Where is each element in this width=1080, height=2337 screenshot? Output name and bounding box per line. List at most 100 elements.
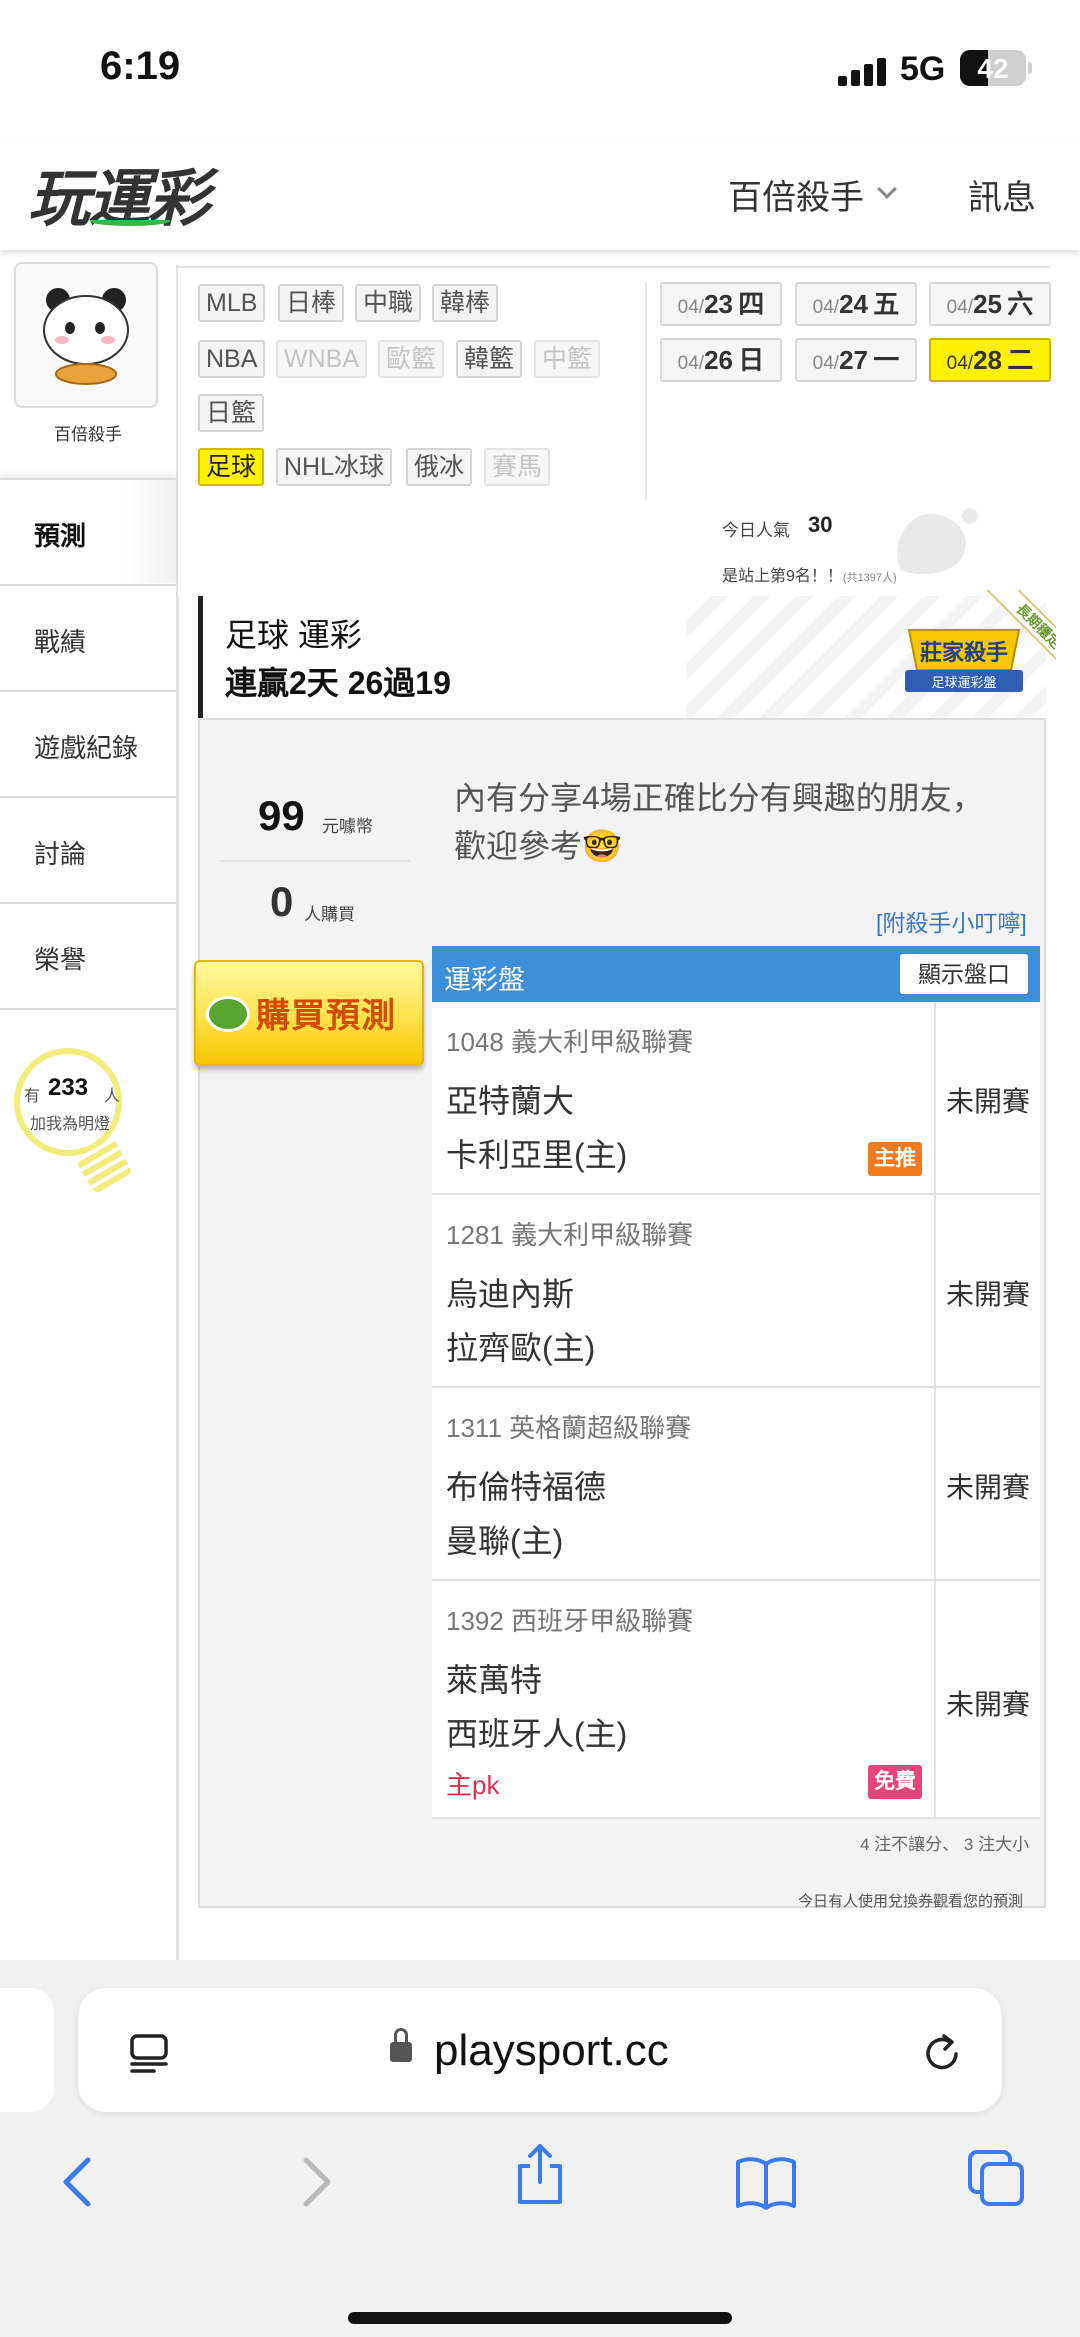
sport-chip-nhl[interactable]: NHL冰球 <box>276 448 393 486</box>
date-chip-0426[interactable]: 04/26 日 <box>660 338 782 382</box>
page-menu-icon[interactable] <box>128 2032 170 2074</box>
sport-chip-kbo[interactable]: 韓棒 <box>432 284 499 322</box>
url-text[interactable]: playsport.cc <box>434 2026 669 2076</box>
sport-chip-horse-racing: 賽馬 <box>484 448 551 486</box>
popularity-label: 今日人氣 <box>722 521 790 540</box>
price-divider <box>220 860 410 862</box>
sport-chip-npb[interactable]: 日棒 <box>278 284 345 322</box>
sidebar-item-predictions[interactable]: 預測 <box>0 478 176 583</box>
table-row[interactable]: 1311 英格蘭超級聯賽 布倫特福德 曼聯(主) 未開賽 <box>432 1388 1040 1581</box>
sport-chip-euro-basketball: 歐籃 <box>378 340 445 378</box>
reload-icon[interactable] <box>920 2032 964 2076</box>
killer-tips-link[interactable]: [附殺手小叮嚀] <box>876 904 1027 938</box>
sport-chip-japan-basketball[interactable]: 日籃 <box>198 394 265 432</box>
match-cell: 1048 義大利甲級聯賽 亞特蘭大 卡利亞里(主) 主推 <box>432 1002 936 1193</box>
match-status: 未開賽 <box>945 1086 1030 1117</box>
popularity-value: 30 <box>808 512 833 537</box>
site-header: 玩運彩 百倍殺手 訊息 <box>0 140 1080 250</box>
date-weekday: 日 <box>738 345 765 375</box>
date-day: 23 <box>704 289 734 319</box>
buy-prediction-button[interactable]: 購買預測 <box>194 960 424 1066</box>
rank-note: (共1397人) <box>842 572 897 584</box>
sport-chip-mlb[interactable]: MLB <box>198 284 266 322</box>
status-time: 6:19 <box>100 44 181 88</box>
prediction-intro: 內有分享4場正確比分有興趣的朋友，歡迎參考🤓 <box>454 780 984 864</box>
chevron-down-icon[interactable] <box>877 179 897 199</box>
league-name: 義大利甲級聯賽 <box>511 1220 694 1250</box>
browser-toolbar: playsport.cc <box>0 1960 1080 2337</box>
lamp-prefix: 有 <box>24 1088 41 1105</box>
share-icon[interactable] <box>508 2142 572 2206</box>
buyers-count: 0 <box>270 878 294 925</box>
forward-icon[interactable] <box>282 2150 346 2214</box>
banner-sport: 足球 運彩 <box>225 617 362 653</box>
match-id: 1311 <box>446 1413 502 1443</box>
filter-divider <box>645 282 647 500</box>
table-row[interactable]: 1392 西班牙甲級聯賽 萊萬特 西班牙人(主) 主pk 免費 未開賽 <box>432 1581 1040 1819</box>
table-row[interactable]: 1048 義大利甲級聯賽 亞特蘭大 卡利亞里(主) 主推 未開賽 <box>432 1002 1040 1195</box>
match-league: 1392 西班牙甲級聯賽 <box>446 1601 693 1638</box>
battery-percent: 42 <box>977 53 1009 84</box>
date-day: 27 <box>839 345 869 375</box>
lamp-count: 233 <box>48 1074 89 1101</box>
sidebar-item-game-history[interactable]: 遊戲紀錄 <box>0 690 176 795</box>
date-chip-0423[interactable]: 04/23 四 <box>660 282 782 326</box>
match-league: 1311 英格蘭超級聯賽 <box>446 1408 691 1445</box>
sport-chip-cpbl[interactable]: 中職 <box>355 284 422 322</box>
address-bar[interactable]: playsport.cc <box>78 1988 1002 2112</box>
table-row[interactable]: 1281 義大利甲級聯賽 烏迪內斯 拉齊歐(主) 未開賽 <box>432 1195 1040 1388</box>
match-id: 1392 <box>446 1606 504 1636</box>
date-weekday: 六 <box>1007 289 1034 319</box>
date-month: 04/ <box>812 353 840 374</box>
sidebar-item-discussion[interactable]: 討論 <box>0 796 176 901</box>
messages-link[interactable]: 訊息 <box>968 170 1036 219</box>
price-value: 99 <box>258 792 305 839</box>
date-weekday: 五 <box>873 289 900 319</box>
sport-chip-korea-basketball[interactable]: 韓籃 <box>456 340 523 378</box>
away-team: 布倫特福德 <box>446 1469 607 1505</box>
date-day: 26 <box>704 345 734 375</box>
popularity-rank: 是站上第9名！！(共1397人) <box>722 562 897 586</box>
buy-button-label: 購買預測 <box>256 997 396 1035</box>
sport-chip-khl[interactable]: 俄冰 <box>406 448 473 486</box>
battery-tip <box>1028 62 1032 74</box>
user-menu[interactable]: 百倍殺手 <box>728 170 864 219</box>
sidebar-item-record[interactable]: 戰績 <box>0 584 176 689</box>
logo-swoosh <box>90 216 170 226</box>
long-term-stable-ribbon: 長期穩定 <box>966 590 1056 680</box>
date-chip-0427[interactable]: 04/27 一 <box>795 338 917 382</box>
lamp-unit: 人 <box>104 1088 121 1105</box>
panda-avatar-icon <box>43 288 129 385</box>
sidebar-item-honors[interactable]: 榮譽 <box>0 902 176 1010</box>
previous-tab-preview[interactable] <box>0 1988 54 2112</box>
sport-chip-nba[interactable]: NBA <box>198 340 266 378</box>
lamp-caption[interactable]: 加我為明燈 <box>30 1110 110 1134</box>
tabs-icon[interactable] <box>964 2146 1028 2210</box>
prediction-content: 99 元噱幣 0 人購買 內有分享4場正確比分有興趣的朋友，歡迎參考🤓 [附殺手… <box>194 718 1046 1910</box>
show-odds-button[interactable]: 顯示盤口 <box>900 954 1028 994</box>
match-cell: 1281 義大利甲級聯賽 烏迪內斯 拉齊歐(主) <box>432 1195 936 1386</box>
home-team: 西班牙人(主) <box>446 1716 628 1752</box>
sidebar-username: 百倍殺手 <box>54 425 122 444</box>
match-status: 未開賽 <box>945 1472 1030 1503</box>
match-league: 1281 義大利甲級聯賽 <box>446 1215 693 1252</box>
odds-table-header: 運彩盤 顯示盤口 <box>432 946 1040 1002</box>
avatar[interactable] <box>14 262 158 408</box>
sport-chip-wnba: WNBA <box>276 340 367 378</box>
date-weekday: 四 <box>738 289 765 319</box>
date-chip-0424[interactable]: 04/24 五 <box>795 282 917 326</box>
home-indicator <box>348 2312 732 2324</box>
date-chip-0428[interactable]: 04/28 二 <box>929 338 1051 382</box>
sport-chip-soccer[interactable]: 足球 <box>198 448 265 486</box>
match-cell: 1392 西班牙甲級聯賽 萊萬特 西班牙人(主) 主pk 免費 <box>432 1581 936 1817</box>
date-chip-0425[interactable]: 04/25 六 <box>929 282 1051 326</box>
banner-streak: 連贏2天 26過19 <box>225 665 451 701</box>
voucher-note: 今日有人使用兌換券觀看您的預測 <box>798 1893 1024 1910</box>
date-month: 04/ <box>677 353 705 374</box>
bookmarks-icon[interactable] <box>734 2150 798 2214</box>
match-id: 1048 <box>446 1027 504 1057</box>
date-day: 28 <box>973 345 1003 375</box>
date-day: 25 <box>973 289 1003 319</box>
date-month: 04/ <box>812 297 840 318</box>
back-icon[interactable] <box>48 2150 112 2214</box>
